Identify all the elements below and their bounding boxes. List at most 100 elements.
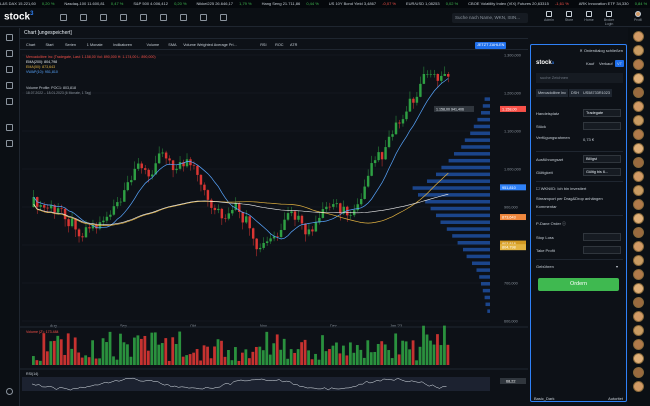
user-avatar[interactable]: [633, 283, 644, 294]
user-avatar[interactable]: [633, 255, 644, 266]
p-order-toggle[interactable]: P-Dane Order ⓘ: [536, 221, 566, 227]
user-avatar[interactable]: [633, 311, 644, 322]
chart-area[interactable]: Mercadolibre Inc (Tradegate, Last: 1.158…: [20, 51, 528, 406]
user-avatar[interactable]: [633, 185, 644, 196]
chart-icon[interactable]: [140, 14, 147, 21]
order-button[interactable]: Ordern: [538, 278, 619, 291]
gueltigkeit-select[interactable]: Gültig bis 6...: [583, 168, 621, 176]
theme-toggle-icon[interactable]: [6, 388, 13, 395]
user-avatar[interactable]: [633, 31, 644, 42]
user-avatar[interactable]: [633, 325, 644, 336]
ticker-item[interactable]: Nikkei225 26.646,17 1,79 %: [197, 1, 257, 6]
volume-bar: [126, 344, 129, 365]
user-avatar[interactable]: [633, 59, 644, 70]
user-avatar[interactable]: [633, 339, 644, 350]
nav-broker-login[interactable]: Broker Login: [600, 11, 618, 26]
take-profit-input[interactable]: [583, 246, 621, 254]
tab-kauf[interactable]: Kauf: [584, 60, 596, 67]
user-avatar[interactable]: [633, 171, 644, 182]
tab-verkauf[interactable]: Verkauf: [597, 60, 615, 67]
user-avatar[interactable]: [633, 269, 644, 280]
volume-bar: [348, 342, 352, 365]
user-avatar[interactable]: [633, 115, 644, 126]
ticker-item[interactable]: S&P 500 4.006,412 0,20 %: [133, 1, 191, 6]
shape-tool-icon[interactable]: [6, 82, 13, 89]
candle: [262, 242, 265, 248]
candle: [130, 180, 133, 183]
nav-home[interactable]: Home: [580, 11, 598, 22]
hinweis-checkbox[interactable]: ☐ WKN/ID: Ich bin investiert: [536, 186, 586, 191]
trendline-tool-icon[interactable]: [6, 50, 13, 57]
ausfuehrungsart-select[interactable]: Billigst: [583, 155, 621, 163]
user-avatar[interactable]: [633, 129, 644, 140]
nav-admin[interactable]: Admin: [540, 11, 558, 22]
handelsplatz-select[interactable]: Tradegate: [583, 109, 621, 117]
toolbar-atr[interactable]: ATR: [288, 42, 299, 49]
nav-profil[interactable]: Profil: [627, 11, 649, 22]
pay-now-button[interactable]: JETZT ZAHLEN: [475, 41, 507, 49]
instrument-chip[interactable]: Mercadolibre Inc: [536, 89, 569, 97]
toolbar-serien[interactable]: Serien: [63, 42, 78, 49]
toolbar-chart[interactable]: Chart: [24, 42, 37, 49]
theme-name[interactable]: Basic_Dark: [534, 394, 554, 404]
user-avatar[interactable]: [633, 199, 644, 210]
ticker-item[interactable]: ARK Innovation ETF 34,330 0,84 %: [579, 1, 650, 6]
stueck-input[interactable]: [583, 122, 621, 130]
toolbar-sma[interactable]: SMA: [166, 42, 178, 49]
user-avatar[interactable]: [633, 353, 644, 364]
tab-vt[interactable]: VT: [615, 60, 625, 67]
user-avatar[interactable]: [633, 73, 644, 84]
autotrade-label[interactable]: Autoritet: [608, 394, 623, 404]
monitor-icon[interactable]: [120, 14, 127, 21]
ticker-item[interactable]: CBOE Volatility Index (VIX) Futures 20,6…: [468, 1, 574, 6]
toolbar-1-monate[interactable]: 1 Monate: [85, 42, 105, 49]
cursor-tool-icon[interactable]: [6, 34, 13, 41]
user-avatar[interactable]: [633, 87, 644, 98]
measure-tool-icon[interactable]: [6, 124, 13, 131]
ticker-item[interactable]: Nasdaq-100 11.600,81 0,47 %: [64, 1, 128, 6]
toolbar-volume-weighted-average-pri[interactable]: Volume Weighted Average Pri...: [181, 42, 238, 49]
toolbar-volume[interactable]: Volume: [145, 42, 162, 49]
volume-bar: [383, 344, 387, 365]
user-avatar[interactable]: [633, 381, 644, 392]
grid-icon[interactable]: [80, 14, 87, 21]
ticker-item[interactable]: US 10Y Bond Yield 3,4867 -0,07 %: [329, 1, 401, 6]
toolbar-indikatoren[interactable]: Indikatoren: [111, 42, 134, 49]
user-avatar[interactable]: [633, 45, 644, 56]
magnet-tool-icon[interactable]: [6, 140, 13, 147]
candle: [394, 122, 398, 135]
app-logo[interactable]: stock3: [4, 11, 33, 22]
bell-icon[interactable]: [100, 14, 107, 21]
search-input[interactable]: Suche nach Name, WKN, ISIN...: [452, 13, 528, 23]
panel-search-input[interactable]: suche Zeichnen: [536, 73, 623, 83]
ticker-item[interactable]: Hang Seng 21.711,86 0,44 %: [262, 1, 324, 6]
toolbar-roc[interactable]: ROC: [273, 42, 285, 49]
isin-chip[interactable]: US58733R1023: [581, 89, 613, 97]
price-chart[interactable]: Mercadolibre Inc (Tradegate, Last: 1.158…: [20, 51, 528, 406]
news-icon[interactable]: [180, 14, 187, 21]
user-avatar[interactable]: [633, 297, 644, 308]
gebuehren-toggle[interactable]: Gebühren: [536, 264, 554, 269]
user-avatar[interactable]: [633, 143, 644, 154]
ticker-chip[interactable]: DSH: [569, 89, 582, 97]
user-avatar[interactable]: [633, 157, 644, 168]
stop-loss-input[interactable]: [583, 233, 621, 241]
chevron-down-icon[interactable]: ▾: [616, 264, 618, 269]
settings-icon[interactable]: [220, 14, 227, 21]
text-tool-icon[interactable]: [6, 98, 13, 105]
toolbar-start[interactable]: Start: [44, 42, 56, 49]
user-avatar[interactable]: [633, 101, 644, 112]
ticker-item[interactable]: EUR/USD 1,08253 0,02 %: [406, 1, 463, 6]
user-avatar[interactable]: [633, 367, 644, 378]
user-avatar[interactable]: [633, 227, 644, 238]
close-order-dialog-button[interactable]: ✕ Orderdialog schließen: [579, 48, 623, 53]
ticker-item[interactable]: L&S DAX 15.221,60 0,20 %: [0, 1, 59, 6]
user-avatar[interactable]: [633, 241, 644, 252]
calendar-icon[interactable]: [200, 14, 207, 21]
fibonacci-tool-icon[interactable]: [6, 66, 13, 73]
layout-icon[interactable]: [60, 14, 67, 21]
user-avatar[interactable]: [633, 213, 644, 224]
nav-store[interactable]: Store: [560, 11, 578, 22]
chat-icon[interactable]: [160, 14, 167, 21]
toolbar-rsi[interactable]: RSI: [258, 42, 268, 49]
